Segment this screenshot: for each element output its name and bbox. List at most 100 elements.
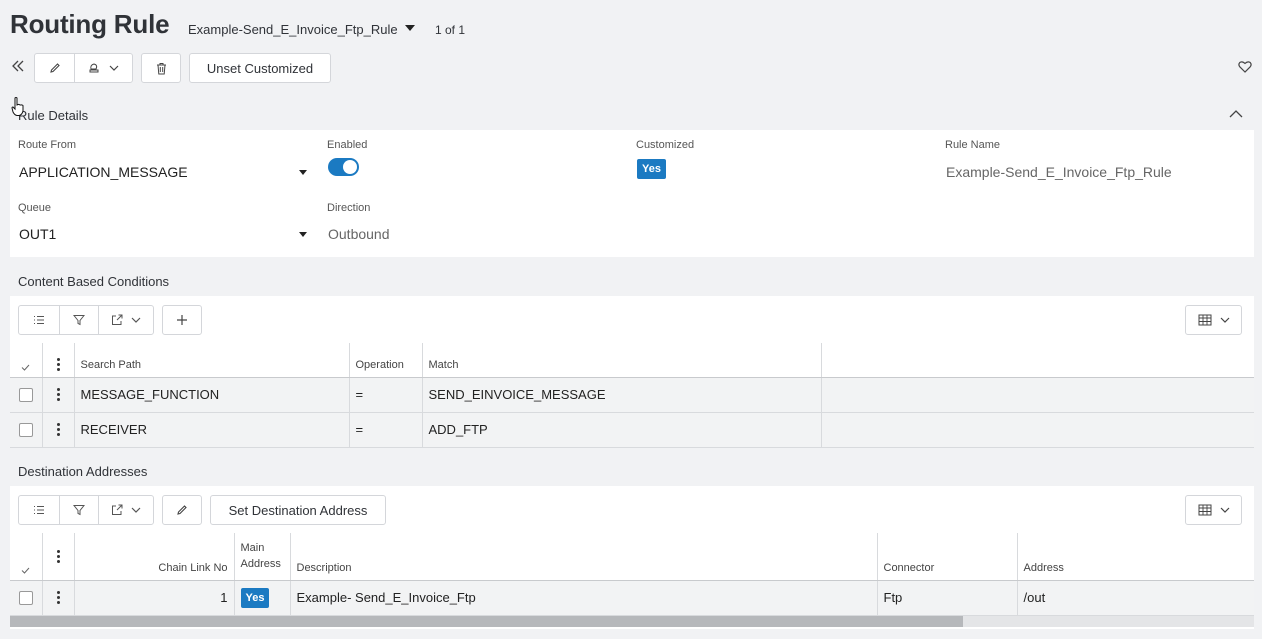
- add-condition-button[interactable]: [162, 305, 202, 335]
- row-checkbox[interactable]: [10, 412, 43, 448]
- route-from-select[interactable]: APPLICATION_MESSAGE: [19, 164, 188, 180]
- edit-destination-button[interactable]: [162, 495, 202, 525]
- table-settings-button[interactable]: [1185, 495, 1242, 525]
- cell-address: /out: [1017, 580, 1254, 616]
- list-icon: [34, 316, 44, 324]
- filter-icon: [73, 505, 85, 516]
- chevron-down-icon: [131, 317, 141, 323]
- filter-button[interactable]: [59, 496, 98, 524]
- select-all-header[interactable]: [10, 533, 43, 581]
- checkmark-icon: [21, 567, 30, 574]
- scrollbar-thumb[interactable]: [10, 616, 963, 627]
- kebab-icon: [49, 388, 68, 401]
- row-checkbox[interactable]: [10, 377, 43, 413]
- list-icon: [34, 506, 44, 514]
- row-menu[interactable]: [42, 412, 75, 448]
- conditions-header: Content Based Conditions: [10, 264, 1254, 296]
- page-title: Routing Rule: [10, 9, 170, 39]
- rule-name-label: Rule Name: [945, 139, 1001, 151]
- edit-toolbar-group: [34, 53, 133, 83]
- row-checkbox[interactable]: [10, 580, 43, 616]
- column-header-operation[interactable]: Operation: [349, 343, 423, 378]
- main-address-badge: Yes: [240, 587, 270, 608]
- table-icon: [1198, 314, 1211, 326]
- filter-icon: [73, 315, 85, 326]
- queue-dropdown-icon[interactable]: [299, 232, 307, 237]
- filter-button[interactable]: [59, 306, 98, 334]
- list-view-button[interactable]: [19, 306, 59, 334]
- column-header-connector[interactable]: Connector: [877, 533, 1018, 581]
- queue-select[interactable]: OUT1: [19, 226, 56, 242]
- paging-indicator: 1 of 1: [435, 23, 466, 37]
- destinations-table: Chain Link No Main Address Description C…: [10, 533, 1254, 616]
- enabled-label: Enabled: [327, 139, 368, 151]
- row-menu[interactable]: [42, 377, 75, 413]
- column-menu-header[interactable]: [42, 343, 75, 378]
- chevron-down-icon: [131, 507, 141, 513]
- table-row[interactable]: 1 Yes Example- Send_E_Invoice_Ftp Ftp /o…: [10, 580, 1254, 616]
- chevron-down-icon: [1220, 507, 1229, 513]
- destinations-header: Destination Addresses: [10, 454, 1254, 486]
- collapse-navigator-icon[interactable]: [11, 59, 25, 73]
- cell-match: ADD_FTP: [422, 412, 822, 448]
- checkmark-icon: [21, 364, 30, 371]
- table-settings-button[interactable]: [1185, 305, 1242, 335]
- content-based-conditions-panel: Content Based Conditions Search Path Ope…: [10, 264, 1254, 448]
- queue-label: Queue: [18, 202, 52, 214]
- pencil-icon: [49, 63, 60, 73]
- kebab-icon: [49, 423, 68, 436]
- edit-button[interactable]: [35, 54, 74, 82]
- conditions-title: Content Based Conditions: [18, 274, 170, 289]
- export-icon: [112, 314, 123, 325]
- chevron-down-icon: [1220, 317, 1229, 323]
- column-header-description[interactable]: Description: [290, 533, 878, 581]
- direction-value: Outbound: [328, 226, 390, 242]
- export-icon: [112, 504, 123, 515]
- customized-badge: Yes: [637, 159, 666, 179]
- cell-operation: =: [349, 377, 423, 413]
- conditions-toolbar-group: [18, 305, 154, 335]
- route-from-dropdown-icon[interactable]: [299, 170, 307, 175]
- table-row[interactable]: RECEIVER = ADD_FTP: [10, 412, 1254, 448]
- delete-button[interactable]: [141, 53, 181, 83]
- row-menu[interactable]: [42, 580, 75, 616]
- column-header-match[interactable]: Match: [422, 343, 822, 378]
- horizontal-scrollbar[interactable]: [10, 616, 1254, 627]
- column-header-chain-link-no[interactable]: Chain Link No: [74, 533, 235, 581]
- record-dropdown-icon[interactable]: [405, 25, 415, 31]
- cell-operation: =: [349, 412, 423, 448]
- record-selector[interactable]: Example-Send_E_Invoice_Ftp_Rule: [188, 22, 398, 37]
- cell-connector: Ftp: [877, 580, 1018, 616]
- destination-addresses-panel: Destination Addresses Set Destination Ad…: [10, 454, 1254, 629]
- rule-details-header[interactable]: Rule Details: [10, 98, 1254, 130]
- table-row[interactable]: MESSAGE_FUNCTION = SEND_EINVOICE_MESSAGE: [10, 377, 1254, 413]
- column-header-main-address[interactable]: Main Address: [234, 533, 291, 581]
- table-icon: [1198, 504, 1211, 516]
- enabled-toggle[interactable]: [328, 158, 359, 176]
- favorite-heart-icon[interactable]: [1238, 60, 1252, 73]
- route-from-label: Route From: [18, 139, 77, 151]
- column-menu-header[interactable]: [42, 533, 75, 581]
- hand-cursor-icon: [11, 97, 25, 117]
- cell-match: SEND_EINVOICE_MESSAGE: [422, 377, 822, 413]
- select-all-header[interactable]: [10, 343, 43, 378]
- chevron-up-icon: [1229, 110, 1243, 118]
- customize-menu-button[interactable]: [74, 54, 132, 82]
- chevron-down-icon: [109, 65, 119, 71]
- destinations-toolbar-group: [18, 495, 154, 525]
- list-view-button[interactable]: [19, 496, 59, 524]
- column-header-search-path[interactable]: Search Path: [74, 343, 350, 378]
- plus-icon: [177, 315, 187, 325]
- trash-icon: [156, 62, 166, 74]
- cell-search-path: RECEIVER: [74, 412, 350, 448]
- export-menu-button[interactable]: [98, 306, 153, 334]
- cell-search-path: MESSAGE_FUNCTION: [74, 377, 350, 413]
- kebab-icon: [49, 591, 68, 604]
- set-destination-address-button[interactable]: Set Destination Address: [210, 495, 386, 525]
- customized-label: Customized: [636, 139, 695, 151]
- stamp-icon: [89, 63, 99, 73]
- column-header-address[interactable]: Address: [1017, 533, 1254, 581]
- rule-details-title: Rule Details: [18, 108, 89, 123]
- export-menu-button[interactable]: [98, 496, 153, 524]
- unset-customized-button[interactable]: Unset Customized: [189, 53, 331, 83]
